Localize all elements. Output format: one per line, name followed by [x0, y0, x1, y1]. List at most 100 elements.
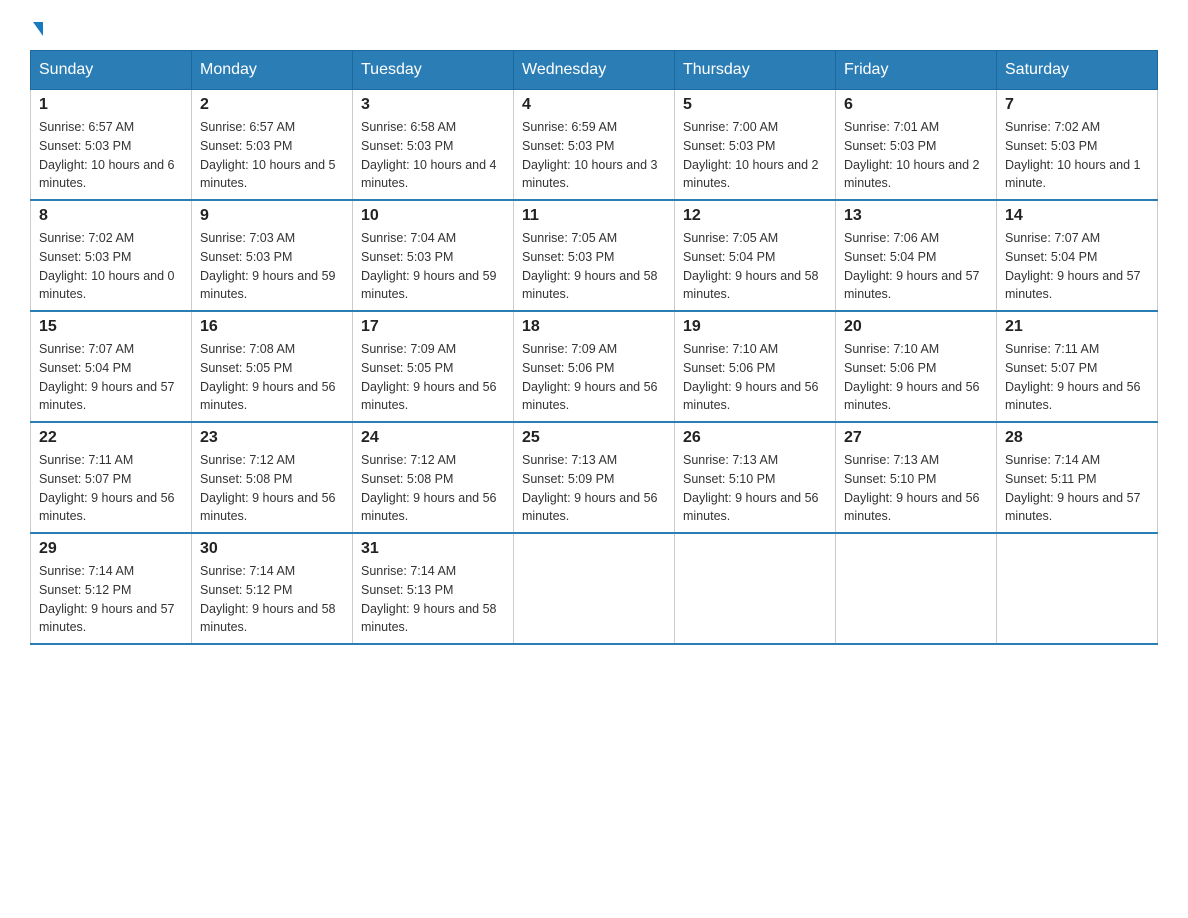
- calendar-cell: 16 Sunrise: 7:08 AM Sunset: 5:05 PM Dayl…: [192, 311, 353, 422]
- day-info: Sunrise: 7:02 AM Sunset: 5:03 PM Dayligh…: [39, 229, 183, 304]
- day-info: Sunrise: 7:03 AM Sunset: 5:03 PM Dayligh…: [200, 229, 344, 304]
- day-info: Sunrise: 6:59 AM Sunset: 5:03 PM Dayligh…: [522, 118, 666, 193]
- calendar-week-row: 15 Sunrise: 7:07 AM Sunset: 5:04 PM Dayl…: [31, 311, 1158, 422]
- calendar-cell: 5 Sunrise: 7:00 AM Sunset: 5:03 PM Dayli…: [675, 90, 836, 201]
- day-number: 4: [522, 96, 666, 114]
- day-info: Sunrise: 7:12 AM Sunset: 5:08 PM Dayligh…: [200, 451, 344, 526]
- day-info: Sunrise: 7:10 AM Sunset: 5:06 PM Dayligh…: [683, 340, 827, 415]
- day-info: Sunrise: 7:01 AM Sunset: 5:03 PM Dayligh…: [844, 118, 988, 193]
- day-info: Sunrise: 7:05 AM Sunset: 5:03 PM Dayligh…: [522, 229, 666, 304]
- day-number: 22: [39, 429, 183, 447]
- weekday-header-friday: Friday: [836, 51, 997, 90]
- day-number: 15: [39, 318, 183, 336]
- day-number: 24: [361, 429, 505, 447]
- calendar-cell: [836, 533, 997, 644]
- day-info: Sunrise: 7:14 AM Sunset: 5:11 PM Dayligh…: [1005, 451, 1149, 526]
- day-info: Sunrise: 7:04 AM Sunset: 5:03 PM Dayligh…: [361, 229, 505, 304]
- day-number: 16: [200, 318, 344, 336]
- calendar-cell: 7 Sunrise: 7:02 AM Sunset: 5:03 PM Dayli…: [997, 90, 1158, 201]
- calendar-cell: 23 Sunrise: 7:12 AM Sunset: 5:08 PM Dayl…: [192, 422, 353, 533]
- day-number: 30: [200, 540, 344, 558]
- day-number: 21: [1005, 318, 1149, 336]
- day-number: 14: [1005, 207, 1149, 225]
- day-number: 17: [361, 318, 505, 336]
- day-number: 23: [200, 429, 344, 447]
- day-info: Sunrise: 7:06 AM Sunset: 5:04 PM Dayligh…: [844, 229, 988, 304]
- day-info: Sunrise: 7:14 AM Sunset: 5:12 PM Dayligh…: [39, 562, 183, 637]
- calendar-table: SundayMondayTuesdayWednesdayThursdayFrid…: [30, 50, 1158, 645]
- day-number: 27: [844, 429, 988, 447]
- day-info: Sunrise: 7:11 AM Sunset: 5:07 PM Dayligh…: [1005, 340, 1149, 415]
- calendar-cell: 9 Sunrise: 7:03 AM Sunset: 5:03 PM Dayli…: [192, 200, 353, 311]
- weekday-header-tuesday: Tuesday: [353, 51, 514, 90]
- calendar-cell: 30 Sunrise: 7:14 AM Sunset: 5:12 PM Dayl…: [192, 533, 353, 644]
- calendar-cell: 28 Sunrise: 7:14 AM Sunset: 5:11 PM Dayl…: [997, 422, 1158, 533]
- logo: [30, 20, 43, 32]
- calendar-cell: 4 Sunrise: 6:59 AM Sunset: 5:03 PM Dayli…: [514, 90, 675, 201]
- day-number: 8: [39, 207, 183, 225]
- calendar-cell: 8 Sunrise: 7:02 AM Sunset: 5:03 PM Dayli…: [31, 200, 192, 311]
- day-number: 31: [361, 540, 505, 558]
- calendar-week-row: 8 Sunrise: 7:02 AM Sunset: 5:03 PM Dayli…: [31, 200, 1158, 311]
- day-number: 5: [683, 96, 827, 114]
- calendar-week-row: 1 Sunrise: 6:57 AM Sunset: 5:03 PM Dayli…: [31, 90, 1158, 201]
- day-info: Sunrise: 6:58 AM Sunset: 5:03 PM Dayligh…: [361, 118, 505, 193]
- calendar-cell: 24 Sunrise: 7:12 AM Sunset: 5:08 PM Dayl…: [353, 422, 514, 533]
- calendar-cell: 25 Sunrise: 7:13 AM Sunset: 5:09 PM Dayl…: [514, 422, 675, 533]
- calendar-cell: 10 Sunrise: 7:04 AM Sunset: 5:03 PM Dayl…: [353, 200, 514, 311]
- day-info: Sunrise: 6:57 AM Sunset: 5:03 PM Dayligh…: [39, 118, 183, 193]
- calendar-cell: 17 Sunrise: 7:09 AM Sunset: 5:05 PM Dayl…: [353, 311, 514, 422]
- calendar-cell: 11 Sunrise: 7:05 AM Sunset: 5:03 PM Dayl…: [514, 200, 675, 311]
- calendar-cell: 15 Sunrise: 7:07 AM Sunset: 5:04 PM Dayl…: [31, 311, 192, 422]
- day-number: 29: [39, 540, 183, 558]
- calendar-cell: 18 Sunrise: 7:09 AM Sunset: 5:06 PM Dayl…: [514, 311, 675, 422]
- day-number: 6: [844, 96, 988, 114]
- calendar-cell: 1 Sunrise: 6:57 AM Sunset: 5:03 PM Dayli…: [31, 90, 192, 201]
- calendar-cell: 14 Sunrise: 7:07 AM Sunset: 5:04 PM Dayl…: [997, 200, 1158, 311]
- day-number: 13: [844, 207, 988, 225]
- weekday-header-saturday: Saturday: [997, 51, 1158, 90]
- day-number: 20: [844, 318, 988, 336]
- calendar-cell: 26 Sunrise: 7:13 AM Sunset: 5:10 PM Dayl…: [675, 422, 836, 533]
- calendar-week-row: 29 Sunrise: 7:14 AM Sunset: 5:12 PM Dayl…: [31, 533, 1158, 644]
- day-info: Sunrise: 7:07 AM Sunset: 5:04 PM Dayligh…: [1005, 229, 1149, 304]
- calendar-cell: 22 Sunrise: 7:11 AM Sunset: 5:07 PM Dayl…: [31, 422, 192, 533]
- day-info: Sunrise: 7:11 AM Sunset: 5:07 PM Dayligh…: [39, 451, 183, 526]
- calendar-cell: 27 Sunrise: 7:13 AM Sunset: 5:10 PM Dayl…: [836, 422, 997, 533]
- day-info: Sunrise: 7:07 AM Sunset: 5:04 PM Dayligh…: [39, 340, 183, 415]
- page-header: [30, 20, 1158, 32]
- day-info: Sunrise: 7:00 AM Sunset: 5:03 PM Dayligh…: [683, 118, 827, 193]
- day-number: 19: [683, 318, 827, 336]
- day-info: Sunrise: 7:09 AM Sunset: 5:05 PM Dayligh…: [361, 340, 505, 415]
- day-number: 25: [522, 429, 666, 447]
- weekday-header-wednesday: Wednesday: [514, 51, 675, 90]
- calendar-cell: 20 Sunrise: 7:10 AM Sunset: 5:06 PM Dayl…: [836, 311, 997, 422]
- weekday-header-thursday: Thursday: [675, 51, 836, 90]
- day-info: Sunrise: 7:10 AM Sunset: 5:06 PM Dayligh…: [844, 340, 988, 415]
- calendar-cell: 19 Sunrise: 7:10 AM Sunset: 5:06 PM Dayl…: [675, 311, 836, 422]
- calendar-cell: 31 Sunrise: 7:14 AM Sunset: 5:13 PM Dayl…: [353, 533, 514, 644]
- day-info: Sunrise: 7:12 AM Sunset: 5:08 PM Dayligh…: [361, 451, 505, 526]
- day-number: 26: [683, 429, 827, 447]
- day-number: 1: [39, 96, 183, 114]
- day-number: 18: [522, 318, 666, 336]
- calendar-cell: 29 Sunrise: 7:14 AM Sunset: 5:12 PM Dayl…: [31, 533, 192, 644]
- calendar-cell: 13 Sunrise: 7:06 AM Sunset: 5:04 PM Dayl…: [836, 200, 997, 311]
- day-number: 10: [361, 207, 505, 225]
- weekday-header-row: SundayMondayTuesdayWednesdayThursdayFrid…: [31, 51, 1158, 90]
- day-info: Sunrise: 7:13 AM Sunset: 5:09 PM Dayligh…: [522, 451, 666, 526]
- day-number: 12: [683, 207, 827, 225]
- day-number: 7: [1005, 96, 1149, 114]
- day-info: Sunrise: 7:14 AM Sunset: 5:12 PM Dayligh…: [200, 562, 344, 637]
- day-info: Sunrise: 6:57 AM Sunset: 5:03 PM Dayligh…: [200, 118, 344, 193]
- day-info: Sunrise: 7:09 AM Sunset: 5:06 PM Dayligh…: [522, 340, 666, 415]
- calendar-cell: 21 Sunrise: 7:11 AM Sunset: 5:07 PM Dayl…: [997, 311, 1158, 422]
- day-number: 28: [1005, 429, 1149, 447]
- calendar-cell: [514, 533, 675, 644]
- day-info: Sunrise: 7:05 AM Sunset: 5:04 PM Dayligh…: [683, 229, 827, 304]
- calendar-cell: 3 Sunrise: 6:58 AM Sunset: 5:03 PM Dayli…: [353, 90, 514, 201]
- day-info: Sunrise: 7:13 AM Sunset: 5:10 PM Dayligh…: [683, 451, 827, 526]
- day-info: Sunrise: 7:13 AM Sunset: 5:10 PM Dayligh…: [844, 451, 988, 526]
- day-number: 9: [200, 207, 344, 225]
- day-info: Sunrise: 7:14 AM Sunset: 5:13 PM Dayligh…: [361, 562, 505, 637]
